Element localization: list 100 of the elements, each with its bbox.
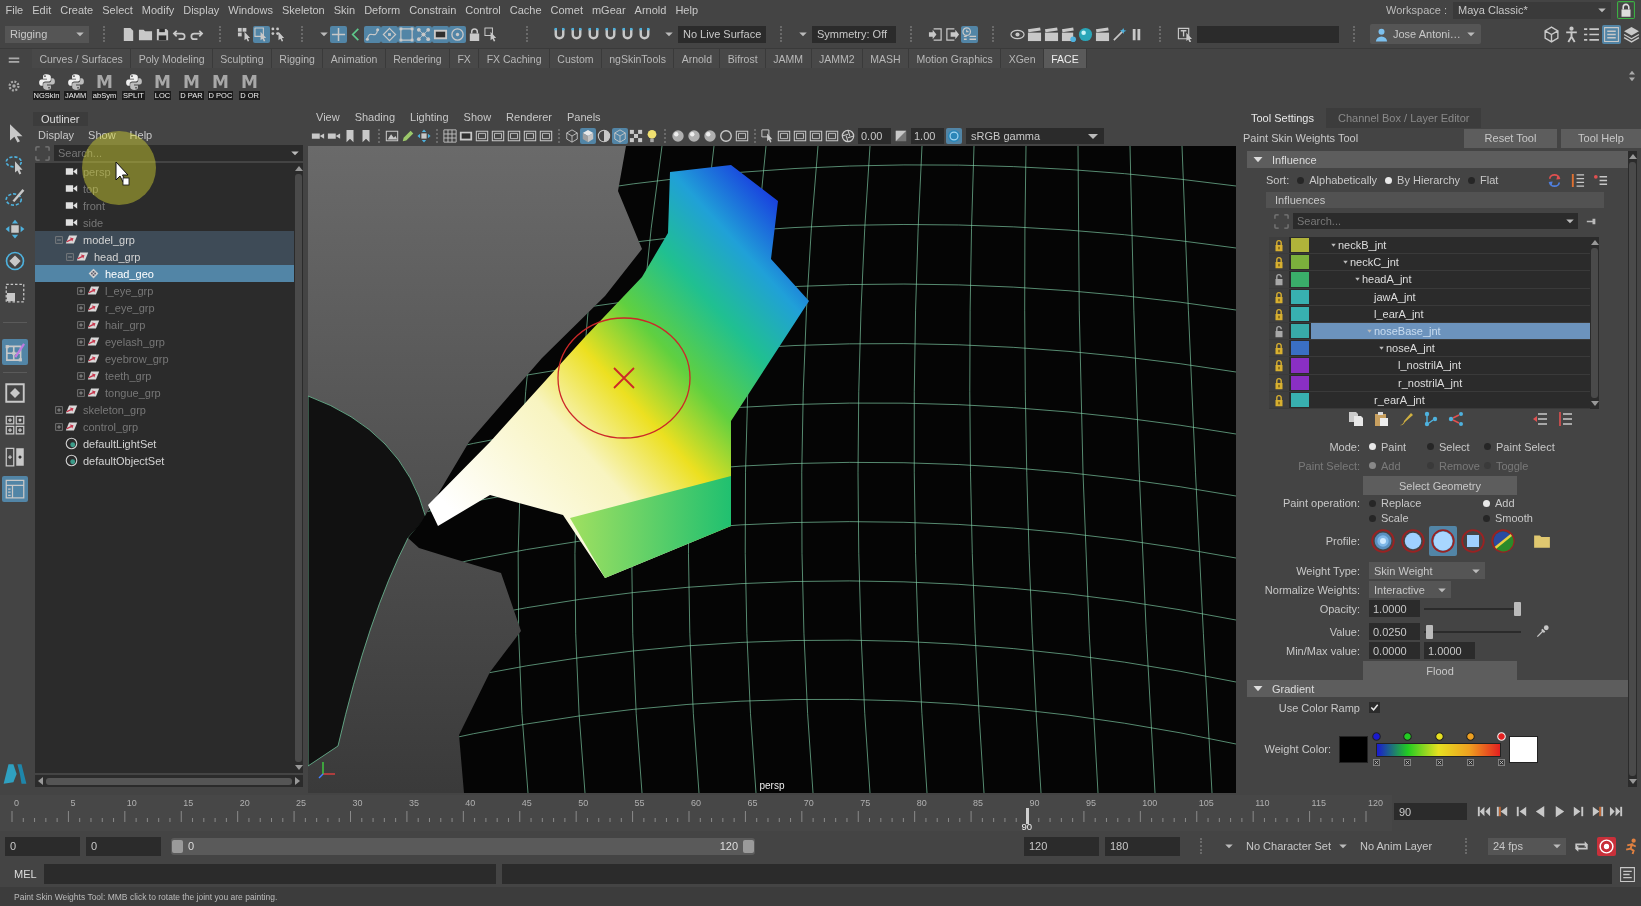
outliner-item[interactable]: l_eye_grp — [35, 282, 294, 299]
influence-item[interactable]: headA_jnt — [1311, 271, 1590, 288]
shelf-tab[interactable]: Rendering — [385, 49, 451, 68]
ramp-marker-icon[interactable] — [1403, 732, 1413, 741]
exposure-field[interactable]: 0.00 — [858, 128, 891, 144]
shelf-tab[interactable]: Arnold — [674, 49, 721, 68]
ring-icon[interactable] — [946, 128, 962, 144]
menu-item[interactable]: Cache — [505, 4, 547, 16]
node-chain-icon[interactable] — [1423, 411, 1439, 427]
shelf-tab[interactable]: JAMM2 — [811, 49, 863, 68]
outliner-item[interactable]: hair_grp — [35, 316, 294, 333]
frame-icon[interactable] — [474, 128, 490, 144]
select-geometry-button[interactable]: Select Geometry — [1363, 476, 1517, 495]
outliner-item[interactable]: model_grp — [35, 231, 294, 248]
influence-item[interactable]: neckC_jnt — [1311, 254, 1590, 271]
list-panel-icon[interactable] — [1602, 24, 1621, 44]
flood-button[interactable]: Flood — [1363, 661, 1517, 680]
clock-list-icon[interactable] — [961, 25, 978, 43]
menu-item[interactable]: Select — [97, 4, 138, 16]
frame-icon[interactable] — [808, 128, 824, 144]
expand-toggle-icon[interactable] — [75, 301, 87, 314]
single-pane-icon[interactable] — [2, 380, 28, 406]
influence-item[interactable]: r_earA_jnt — [1311, 391, 1590, 408]
radio-button[interactable] — [1483, 514, 1490, 522]
vertical-scrollbar[interactable] — [1590, 237, 1599, 409]
soft-brush-icon[interactable] — [1369, 526, 1397, 556]
outliner-item[interactable]: skeleton_grp — [35, 401, 294, 418]
panel-arrow-out-icon[interactable] — [944, 25, 961, 43]
expand-toggle-icon[interactable] — [75, 352, 87, 365]
ramp-handle-icon[interactable] — [1435, 759, 1443, 766]
tool-button[interactable]: Reset Tool — [1464, 128, 1557, 148]
split-circle-icon[interactable] — [1489, 526, 1517, 556]
diamond-icon[interactable] — [381, 25, 398, 43]
playback-end-field[interactable]: 120 — [1024, 836, 1099, 856]
shaded-cube-icon[interactable] — [580, 128, 596, 144]
sphere-icon[interactable] — [670, 128, 686, 144]
ramp-handle-icon[interactable] — [1404, 759, 1412, 766]
menu-set-dropdown[interactable]: Rigging — [5, 25, 89, 43]
shelf-tab[interactable]: FX — [450, 49, 480, 68]
menu-item[interactable]: Comet — [546, 4, 588, 16]
workspace-dropdown[interactable]: Maya Classic* — [1453, 1, 1611, 19]
frame-icon[interactable] — [776, 128, 792, 144]
menu-item[interactable]: Lighting — [410, 111, 449, 123]
number-field[interactable]: 1.0000 — [1424, 642, 1475, 659]
settings-icon[interactable] — [7, 79, 21, 93]
outliner-item[interactable]: eyebrow_grp — [35, 350, 294, 367]
outliner-item[interactable]: r_eye_grp — [35, 299, 294, 316]
menu-item[interactable]: Skin — [329, 4, 360, 16]
slider-handle[interactable] — [743, 839, 754, 853]
shelf-tab[interactable]: Bifrost — [720, 49, 766, 68]
component-select-icon[interactable] — [270, 25, 287, 43]
color-swatch[interactable] — [1339, 735, 1368, 763]
checkbox[interactable] — [1369, 702, 1380, 713]
circle-dot-icon[interactable] — [449, 25, 466, 43]
number-field[interactable]: 0.0000 — [1369, 642, 1420, 659]
radio-button[interactable] — [1468, 176, 1476, 184]
tool-button[interactable]: Tool Help — [1561, 128, 1641, 148]
move-arrows-icon[interactable] — [416, 128, 432, 144]
expand-toggle-icon[interactable] — [75, 284, 87, 297]
expand-toggle-icon[interactable] — [75, 369, 87, 382]
radio-button[interactable] — [1369, 514, 1376, 522]
list-bar-icon[interactable] — [1570, 172, 1585, 188]
outliner-item[interactable]: front — [35, 197, 294, 214]
live-surface-field[interactable]: No Live Surface — [678, 25, 766, 43]
shelf-tab[interactable]: Poly Modeling — [131, 49, 213, 68]
ramp-marker-icon[interactable] — [1372, 732, 1381, 741]
half-shaded-circle-icon[interactable] — [596, 128, 612, 144]
panel-arrow-in-icon[interactable] — [927, 25, 944, 43]
vertical-scrollbar[interactable] — [294, 163, 303, 773]
shelf-tab[interactable]: Custom — [549, 49, 602, 68]
curve-points-icon[interactable] — [364, 25, 381, 43]
weight-type-dropdown[interactable]: Skin Weight — [1369, 562, 1485, 579]
shelf-tab[interactable]: MASH — [862, 49, 909, 68]
frame-icon[interactable] — [538, 128, 554, 144]
influence-item[interactable]: r_nostrilA_jnt — [1311, 374, 1590, 391]
expand-toggle-icon[interactable] — [75, 318, 87, 331]
radio-button[interactable] — [1369, 443, 1376, 450]
menu-item[interactable]: Edit — [27, 4, 56, 16]
round-brush-icon[interactable] — [1429, 526, 1457, 556]
outliner-item[interactable]: side — [35, 214, 294, 231]
menu-item[interactable]: mGear — [587, 4, 631, 16]
caret-icon[interactable] — [287, 145, 303, 161]
sphere-icon[interactable] — [1077, 25, 1094, 43]
influence-item[interactable]: jawA_jnt — [1311, 288, 1590, 305]
frame-icon[interactable] — [824, 128, 840, 144]
folder-icon[interactable] — [1533, 532, 1551, 550]
menu-item[interactable]: Deform — [359, 4, 405, 16]
animation-start-field[interactable]: 0 — [5, 836, 80, 856]
radio-label[interactable]: Paint — [1381, 440, 1407, 453]
animation-end-field[interactable]: 180 — [1105, 836, 1180, 856]
text-cursor-icon[interactable] — [1176, 25, 1193, 43]
symmetry-dropdown[interactable]: Symmetry: Off — [812, 25, 896, 43]
slider-thumb[interactable] — [1514, 601, 1521, 616]
lock-icon[interactable] — [1617, 1, 1635, 19]
sphere-icon[interactable] — [702, 128, 718, 144]
radio-label[interactable]: Paint Select — [1496, 440, 1555, 453]
ramp-handle-icon[interactable] — [1466, 759, 1474, 766]
shelf-tab[interactable]: FX Caching — [479, 49, 550, 68]
number-field[interactable]: 1.0000 — [1369, 600, 1420, 617]
frame-icon[interactable] — [490, 128, 506, 144]
